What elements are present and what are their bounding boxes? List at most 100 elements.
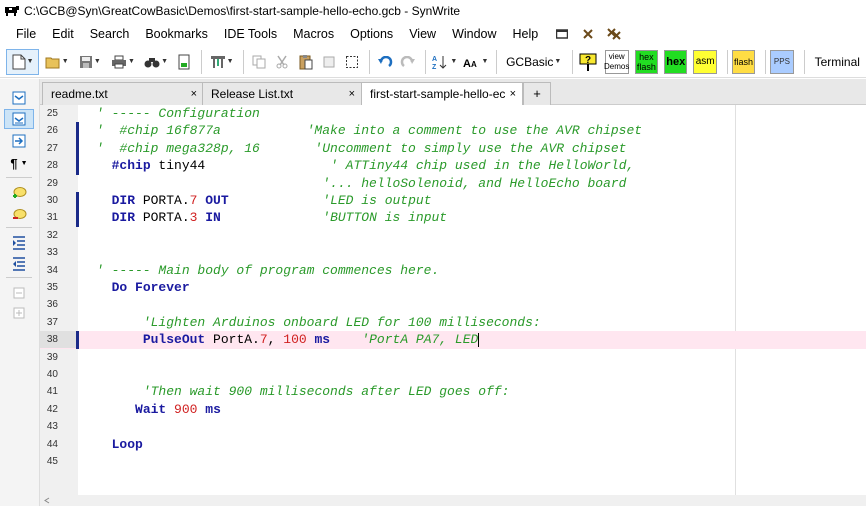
save-button[interactable]: ▼ bbox=[74, 49, 105, 75]
code-line[interactable]: 32 bbox=[40, 227, 866, 244]
sync-scroll-button[interactable] bbox=[4, 88, 34, 108]
code-editor[interactable]: 25 ' ----- Configuration 26 ' #chip 16f877a… bbox=[40, 105, 866, 495]
export-button[interactable] bbox=[174, 49, 195, 75]
menu-file[interactable]: File bbox=[0, 22, 44, 46]
undo-button[interactable] bbox=[374, 49, 395, 75]
menu-bookmarks[interactable]: Bookmarks bbox=[137, 22, 216, 46]
asm-button[interactable]: asm bbox=[693, 49, 717, 74]
new-tab-button[interactable]: + bbox=[523, 82, 551, 105]
scroll-left-arrow-icon[interactable] bbox=[42, 497, 52, 504]
tab-first-start-sample[interactable]: first-start-sample-hello-ec × bbox=[361, 82, 523, 106]
code-token: PORTA. bbox=[135, 210, 190, 226]
toolbar-separator bbox=[726, 49, 728, 74]
goto-button[interactable] bbox=[4, 131, 34, 151]
tools-button[interactable]: ▼ bbox=[206, 49, 237, 75]
line-number: 45 bbox=[46, 456, 58, 467]
collapse-button[interactable] bbox=[4, 283, 34, 303]
menu-window[interactable]: Window bbox=[444, 22, 504, 46]
code-line[interactable]: 40 bbox=[40, 366, 866, 383]
code-token: DIR bbox=[111, 193, 136, 208]
menu-macros[interactable]: Macros bbox=[285, 22, 342, 46]
sync-edit-button[interactable] bbox=[4, 109, 34, 129]
pps-button[interactable]: PPS bbox=[770, 49, 794, 74]
remove-comment-button[interactable] bbox=[4, 205, 34, 225]
code-line[interactable]: 28 #chip tiny44 ' ATTiny44 chip used in … bbox=[40, 157, 866, 175]
add-comment-button[interactable] bbox=[4, 183, 34, 203]
unindent-button[interactable] bbox=[4, 254, 34, 274]
hex-button[interactable]: hex bbox=[664, 49, 688, 74]
line-number: 38 bbox=[46, 334, 58, 346]
open-file-button[interactable]: ▼ bbox=[41, 49, 72, 75]
code-line[interactable]: 25 ' ----- Configuration bbox=[40, 105, 866, 122]
code-text: DIR PORTA.7 OUT 'LED is output bbox=[96, 192, 432, 209]
paste-button[interactable] bbox=[295, 49, 316, 75]
delete-button[interactable] bbox=[318, 49, 339, 75]
copy-button[interactable] bbox=[248, 49, 269, 75]
code-line[interactable]: 41 'Then wait 900 milliseconds after LED… bbox=[40, 383, 866, 400]
toolbar-separator bbox=[424, 49, 426, 74]
view-demos-button[interactable]: view Demos bbox=[604, 49, 629, 74]
print-button[interactable]: ▼ bbox=[107, 49, 138, 75]
code-line[interactable]: 31 DIR PORTA.3 IN 'BUTTON is input bbox=[40, 209, 866, 227]
code-line[interactable]: 33 bbox=[40, 244, 866, 261]
line-number: 30 bbox=[46, 195, 58, 206]
code-line[interactable]: 30 DIR PORTA.7 OUT 'LED is output bbox=[40, 192, 866, 210]
case-button[interactable]: AA ▼ bbox=[461, 49, 490, 75]
line-number: 32 bbox=[46, 229, 58, 241]
code-line[interactable]: 34 ' ----- Main body of program commences… bbox=[40, 262, 866, 279]
code-line[interactable]: 44 Loop bbox=[40, 436, 866, 453]
tab-readme[interactable]: readme.txt × bbox=[42, 82, 204, 105]
line-number: 37 bbox=[46, 316, 58, 328]
tab-close-icon[interactable]: × bbox=[507, 83, 516, 105]
menu-ide-tools[interactable]: IDE Tools bbox=[216, 22, 285, 46]
restore-window-button[interactable] bbox=[552, 24, 572, 44]
tab-close-icon[interactable]: × bbox=[191, 83, 197, 105]
code-line[interactable]: 27 ' #chip mega328p, 16 'Uncomment to sim… bbox=[40, 139, 866, 158]
language-selector[interactable]: GCBasic ▼ bbox=[501, 50, 566, 74]
close-document-button[interactable] bbox=[578, 24, 598, 44]
help-signpost-button[interactable]: ? bbox=[577, 49, 598, 75]
hexflash-line2: flash bbox=[636, 61, 656, 72]
code-line[interactable]: 45 bbox=[40, 453, 866, 470]
tab-label: Release List.txt bbox=[211, 87, 294, 101]
flash-button[interactable]: flash bbox=[731, 49, 756, 74]
cut-button[interactable] bbox=[271, 49, 292, 75]
svg-text:Z: Z bbox=[432, 64, 437, 70]
indent-button[interactable] bbox=[4, 233, 34, 253]
find-button[interactable]: ▼ bbox=[141, 49, 172, 75]
code-line[interactable]: 43 bbox=[40, 418, 866, 435]
line-number: 33 bbox=[46, 247, 58, 259]
menu-help[interactable]: Help bbox=[505, 22, 547, 46]
code-line[interactable]: 39 bbox=[40, 349, 866, 366]
horizontal-scrollbar[interactable] bbox=[40, 495, 866, 506]
menu-view[interactable]: View bbox=[401, 22, 444, 46]
menu-edit[interactable]: Edit bbox=[44, 22, 82, 46]
hex-flash-button[interactable]: hex flash bbox=[634, 49, 659, 74]
code-line[interactable]: 36 bbox=[40, 296, 866, 313]
code-line[interactable]: 38 PulseOut PortA.7, 100 ms 'PortA PA7, … bbox=[40, 331, 866, 349]
sort-button[interactable]: AZ ▼ bbox=[430, 49, 459, 75]
non-printable-button[interactable]: ¶ ▼ bbox=[4, 153, 34, 173]
menu-options[interactable]: Options bbox=[342, 22, 401, 46]
code-text: #chip tiny44 ' ATTiny44 chip used in the… bbox=[96, 157, 635, 174]
code-token: tiny44 bbox=[150, 158, 331, 174]
expand-button[interactable] bbox=[4, 303, 34, 323]
menu-search[interactable]: Search bbox=[82, 22, 138, 46]
code-line[interactable]: 35 Do Forever bbox=[40, 279, 866, 296]
code-line[interactable]: 37 'Lighten Arduinos onboard LED for 100… bbox=[40, 314, 866, 331]
change-case-icon: AA bbox=[463, 58, 477, 68]
redo-button[interactable] bbox=[397, 49, 418, 75]
modified-line-marker bbox=[76, 209, 79, 227]
new-file-button[interactable]: ▼ bbox=[6, 48, 40, 75]
tab-release-list[interactable]: Release List.txt × bbox=[202, 82, 362, 105]
select-all-button[interactable] bbox=[342, 49, 363, 75]
tab-close-icon[interactable]: × bbox=[349, 83, 355, 105]
code-line[interactable]: 26 ' #chip 16f877a 'Make into a comment t… bbox=[40, 122, 866, 140]
close-all-documents-button[interactable] bbox=[604, 24, 624, 44]
terminal-button[interactable]: Terminal bbox=[809, 49, 866, 75]
code-line[interactable]: 42 Wait 900 ms bbox=[40, 401, 866, 418]
line-number: 27 bbox=[46, 142, 58, 154]
code-line[interactable]: 29 '... helloSolenoid, and HelloEcho boa… bbox=[40, 175, 866, 192]
